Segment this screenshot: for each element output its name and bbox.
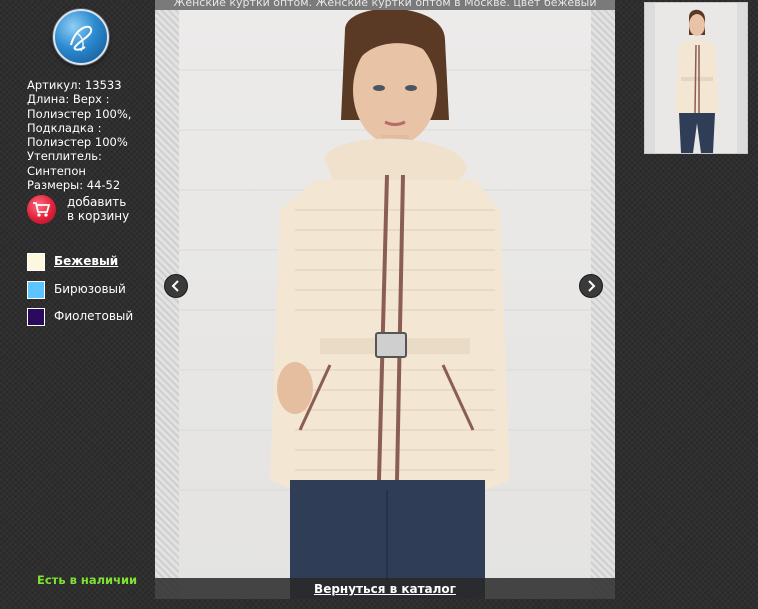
color-option-purple[interactable]: Фиолетовый bbox=[27, 308, 157, 326]
model-illustration bbox=[179, 10, 591, 599]
add-to-cart-label: добавить в корзину bbox=[67, 195, 129, 223]
add-to-cart-label-line1: добавить bbox=[67, 195, 127, 209]
thumbnail-image[interactable] bbox=[644, 2, 748, 154]
color-option-turquoise[interactable]: Бирюзовый bbox=[27, 281, 157, 299]
chevron-right-icon bbox=[588, 280, 596, 292]
photo-footer-bar: Вернуться в каталог bbox=[155, 578, 615, 599]
add-to-cart-button[interactable]: добавить в корзину bbox=[27, 195, 152, 225]
page-caption: Женские куртки оптом. Женские куртки опт… bbox=[155, 0, 615, 10]
product-specs: Артикул: 13533 Длина: Верх : Полиэстер 1… bbox=[27, 78, 142, 192]
chevron-left-icon bbox=[171, 280, 179, 292]
add-to-cart-label-line2: в корзину bbox=[67, 209, 130, 223]
color-swatch bbox=[27, 253, 45, 271]
spec-line: Размеры: 44-52 bbox=[27, 178, 121, 193]
spec-line: Синтепон bbox=[27, 163, 86, 178]
color-option-label: Фиолетовый bbox=[54, 309, 134, 323]
logo-monogram-icon bbox=[70, 25, 93, 52]
spec-line: Утеплитель: bbox=[27, 149, 102, 164]
back-to-catalog-link[interactable]: Вернуться в каталог bbox=[314, 582, 456, 596]
color-swatch bbox=[27, 281, 45, 299]
stock-status: Есть в наличии bbox=[37, 573, 138, 587]
thumbnail-model-illustration bbox=[645, 3, 747, 153]
previous-image-button[interactable] bbox=[164, 274, 188, 298]
product-photo bbox=[155, 10, 615, 599]
color-option-label: Бирюзовый bbox=[54, 282, 126, 296]
spec-line: Артикул: 13533 bbox=[27, 78, 122, 92]
spec-line: Длина: Верх : bbox=[27, 92, 110, 107]
spec-line: Подкладка : bbox=[27, 120, 102, 135]
color-option-label: Бежевый bbox=[54, 254, 119, 268]
brand-logo[interactable] bbox=[53, 9, 109, 65]
cart-icon bbox=[27, 195, 56, 224]
spec-line: Полиэстер 100%, bbox=[27, 106, 132, 121]
next-image-button[interactable] bbox=[579, 274, 603, 298]
color-swatch bbox=[27, 308, 45, 326]
spec-line: Полиэстер 100% bbox=[27, 135, 128, 150]
color-option-beige[interactable]: Бежевый bbox=[27, 253, 157, 271]
